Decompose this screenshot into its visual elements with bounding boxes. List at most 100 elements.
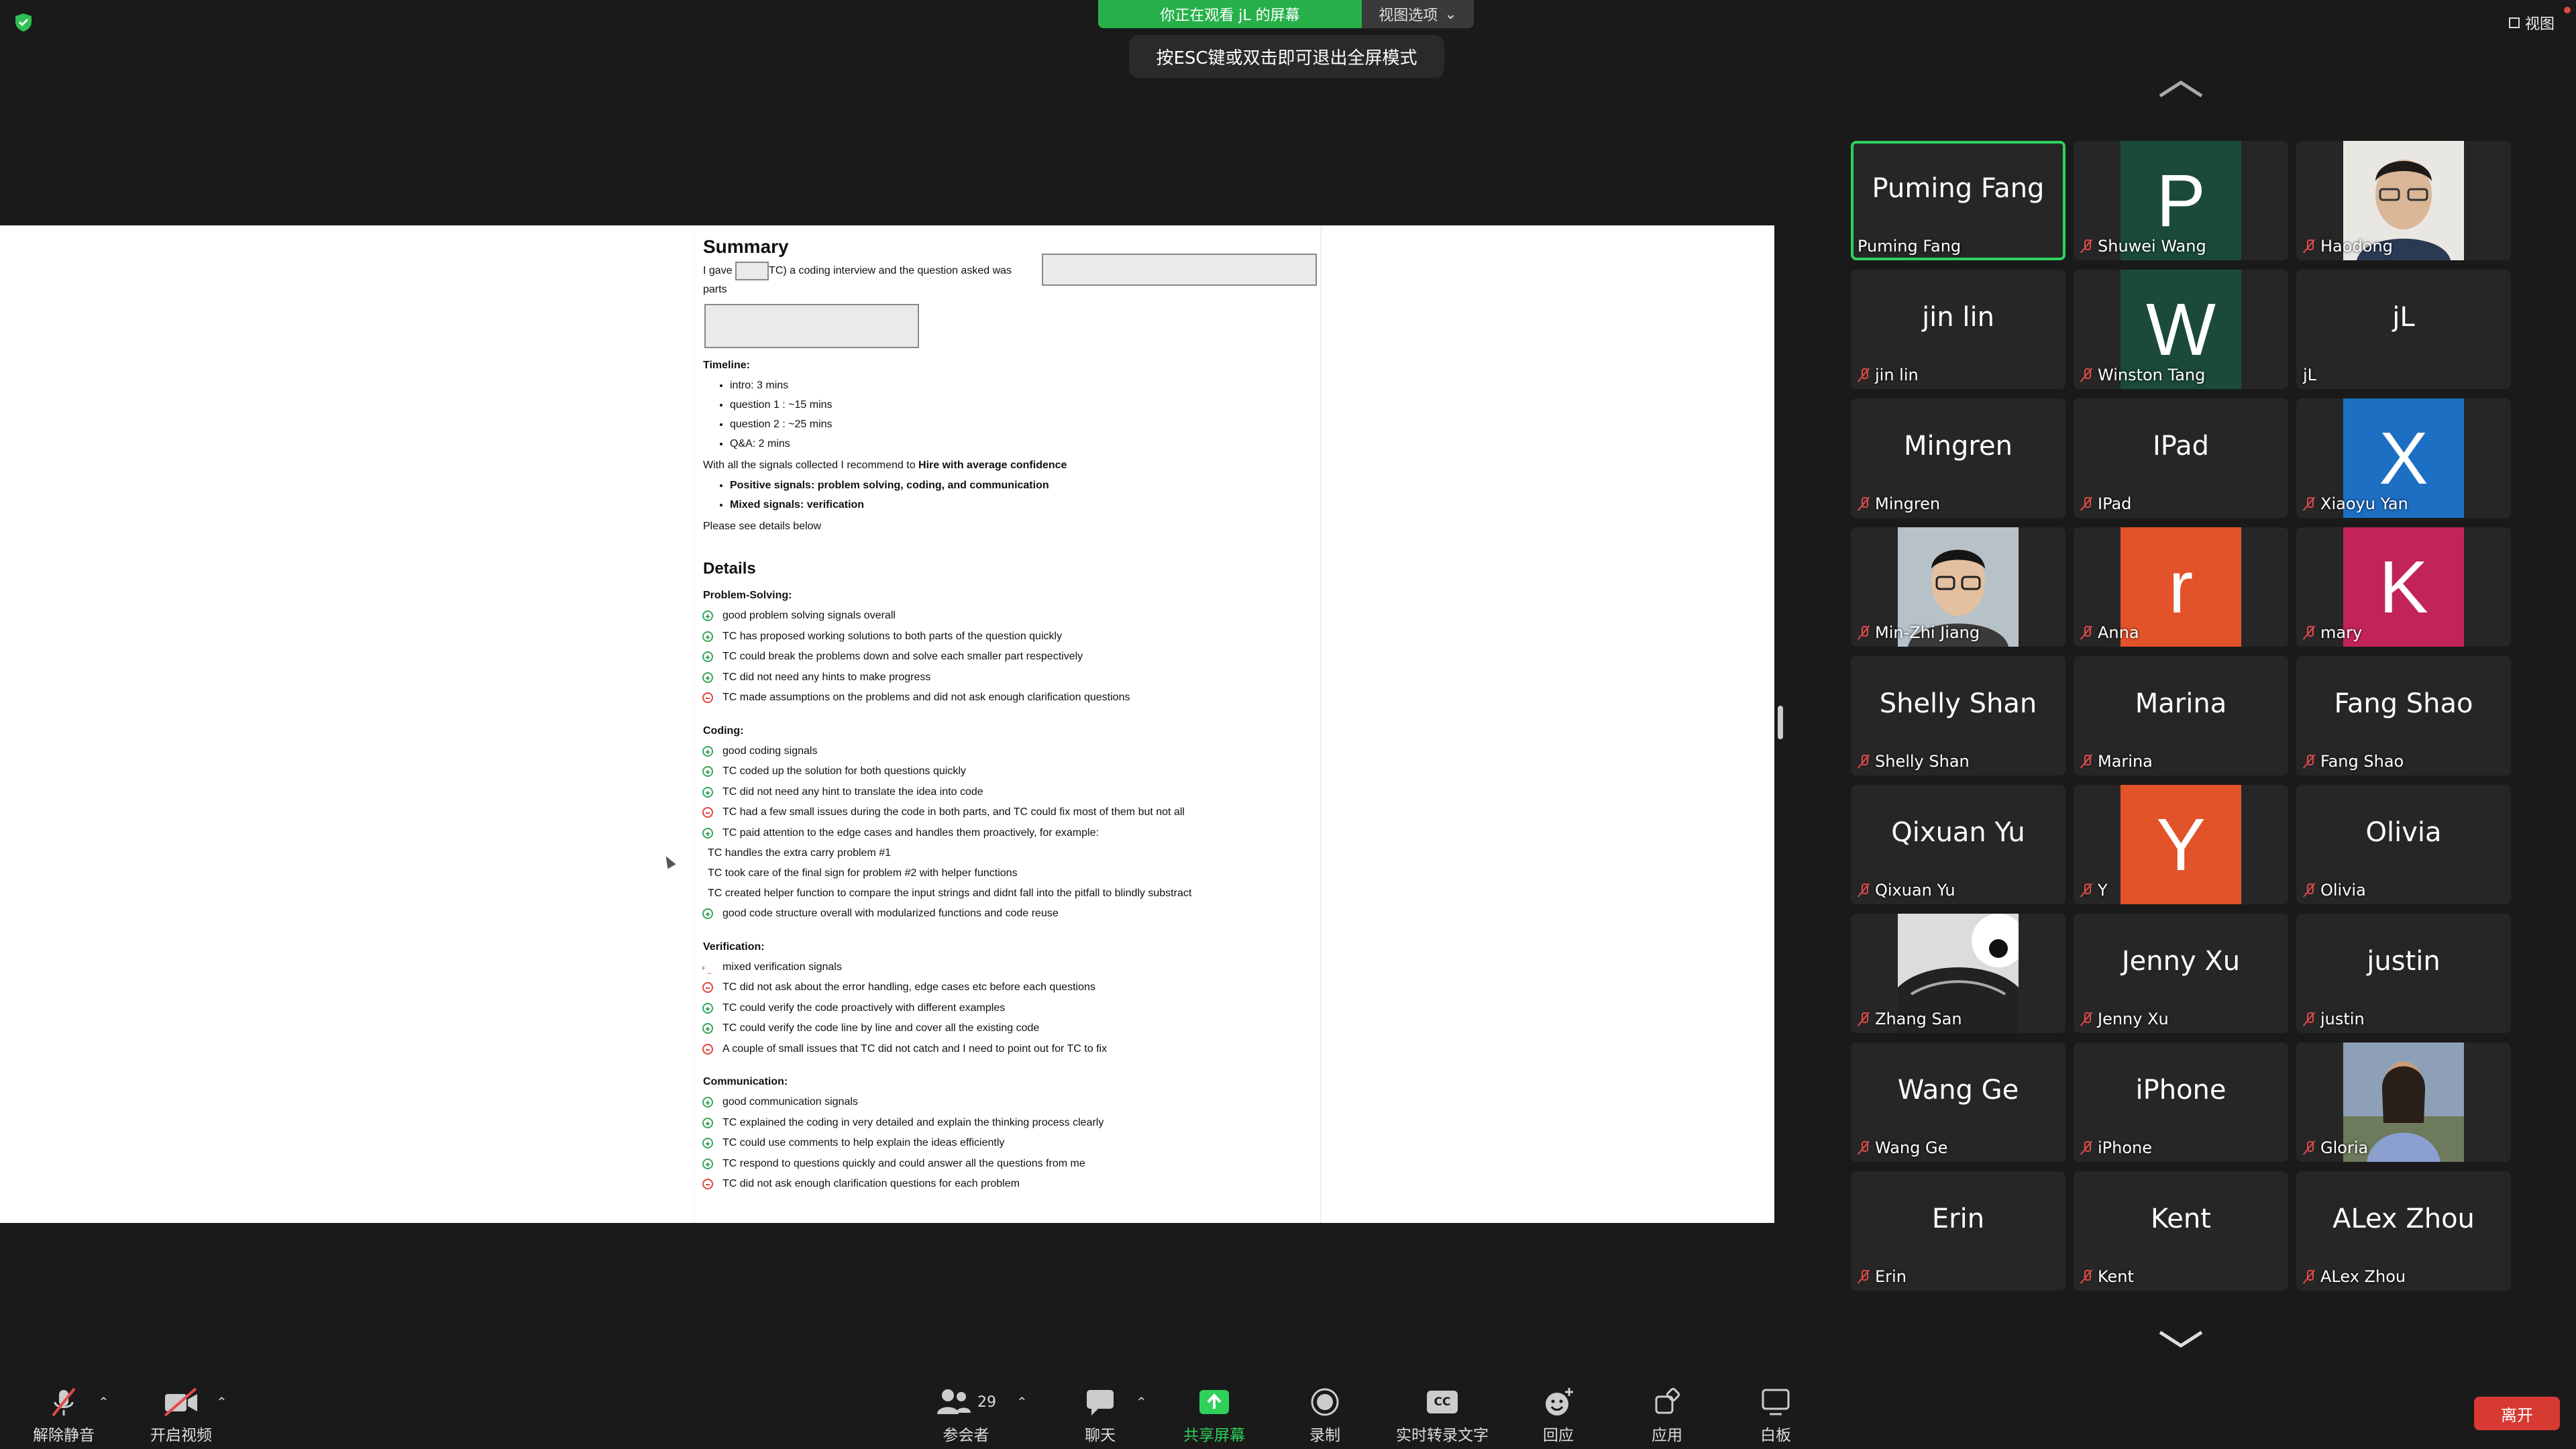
participant-name: Anna bbox=[2098, 623, 2139, 642]
timeline-list: intro: 3 minsquestion 1 : ~15 minsquesti… bbox=[701, 376, 1318, 453]
participant-display-name: jin lin bbox=[1922, 302, 1994, 333]
share-screen-button[interactable]: 共享屏幕 bbox=[1177, 1385, 1251, 1445]
participant-tile[interactable]: ALex Zhou ALex Zhou bbox=[2296, 1171, 2511, 1291]
section-heading: Problem-Solving: bbox=[703, 590, 792, 601]
participant-tile[interactable]: jL jL bbox=[2296, 270, 2511, 389]
view-options-button[interactable]: 视图选项 ⌄ bbox=[1362, 0, 1474, 28]
leave-meeting-button[interactable]: 离开 bbox=[2474, 1397, 2560, 1430]
participant-tile[interactable]: Wang Ge Wang Ge bbox=[1851, 1042, 2065, 1162]
mic-muted-icon bbox=[2080, 883, 2092, 898]
signal-row: TC has proposed working solutions to bot… bbox=[702, 627, 1318, 647]
participant-tile[interactable]: P Shuwei Wang bbox=[2074, 141, 2288, 260]
intro-text-c: parts bbox=[703, 284, 727, 295]
security-shield-icon[interactable] bbox=[13, 12, 34, 32]
signal-text: good code structure overall with modular… bbox=[722, 908, 1059, 919]
signal-text: A couple of small issues that TC did not… bbox=[722, 1042, 1108, 1055]
participants-options-caret[interactable]: ⌃ bbox=[1016, 1394, 1028, 1410]
signal-text: good problem solving signals overall bbox=[722, 610, 896, 621]
mic-muted-icon bbox=[2080, 239, 2092, 254]
mic-muted-icon bbox=[2080, 368, 2092, 382]
participant-name-label: Haodong bbox=[2303, 236, 2393, 256]
recommend-decision: Hire with average confidence bbox=[918, 460, 1067, 471]
positive-plus-icon bbox=[702, 651, 713, 663]
participant-name-label: Erin bbox=[1858, 1267, 1907, 1287]
participant-name: Min-Zhi Jiang bbox=[1875, 623, 1980, 642]
start-video-button[interactable]: 开启视频 bbox=[144, 1385, 218, 1445]
participant-tile[interactable]: Puming Fang Puming Fang bbox=[1851, 141, 2065, 260]
scroll-up-icon[interactable] bbox=[2157, 78, 2204, 100]
live-transcript-button[interactable]: CC 实时转录文字 bbox=[1389, 1385, 1496, 1445]
signal-text: TC could break the problems down and sol… bbox=[722, 651, 1083, 662]
positive-plus-icon bbox=[702, 1138, 713, 1149]
participant-tile[interactable]: Min-Zhi Jiang bbox=[1851, 527, 2065, 647]
signal-text: TC could verify the code proactively wit… bbox=[722, 1002, 1006, 1014]
whiteboard-button[interactable]: 白板 bbox=[1739, 1385, 1813, 1445]
signal-row: TC could break the problems down and sol… bbox=[702, 647, 1318, 667]
details-sections: Problem-Solving: good problem solving si… bbox=[701, 586, 1318, 1195]
participant-tile[interactable]: Olivia Olivia bbox=[2296, 785, 2511, 904]
participant-tile[interactable]: Jenny Xu Jenny Xu bbox=[2074, 914, 2288, 1033]
participant-tile[interactable]: YY bbox=[2074, 785, 2288, 904]
participant-name: Mingren bbox=[1875, 494, 1941, 513]
signal-text: TC coded up the solution for both questi… bbox=[722, 765, 966, 777]
participant-name-label: justin bbox=[2303, 1009, 2365, 1029]
chat-button[interactable]: 聊天 bbox=[1063, 1385, 1137, 1445]
section-heading: Coding: bbox=[703, 724, 744, 737]
participant-tile[interactable]: Zhang San bbox=[1851, 914, 2065, 1033]
scroll-down-icon[interactable] bbox=[2157, 1328, 2204, 1350]
audio-options-caret[interactable]: ⌃ bbox=[98, 1394, 109, 1410]
participant-tile[interactable]: Gloria bbox=[2296, 1042, 2511, 1162]
participant-name: Haodong bbox=[2320, 237, 2393, 256]
participant-tile[interactable]: jin lin jin lin bbox=[1851, 270, 2065, 389]
apps-button[interactable]: 应用 bbox=[1630, 1385, 1704, 1445]
participant-tile[interactable]: Kent Kent bbox=[2074, 1171, 2288, 1291]
signal-text: good communication signals bbox=[722, 1096, 858, 1108]
signal-summary-item: Positive signals: problem solving, codin… bbox=[730, 476, 1318, 495]
participant-tile[interactable]: r Anna bbox=[2074, 527, 2288, 647]
record-button[interactable]: 录制 bbox=[1288, 1385, 1362, 1445]
participant-tile[interactable]: Fang Shao Fang Shao bbox=[2296, 656, 2511, 775]
participant-tile[interactable]: Mingren Mingren bbox=[1851, 398, 2065, 518]
participant-name: jL bbox=[2303, 366, 2317, 384]
reactions-button[interactable]: 回应 bbox=[1521, 1385, 1595, 1445]
participant-tile[interactable]: Haodong bbox=[2296, 141, 2511, 260]
participant-tile[interactable]: Marina Marina bbox=[2074, 656, 2288, 775]
participant-tile[interactable]: justin justin bbox=[2296, 914, 2511, 1033]
signal-row: good code structure overall with modular… bbox=[702, 904, 1318, 924]
participant-name: Zhang San bbox=[1875, 1010, 1962, 1028]
video-options-caret[interactable]: ⌃ bbox=[216, 1394, 227, 1410]
participant-display-name: Wang Ge bbox=[1897, 1075, 2019, 1106]
participant-tile[interactable]: Shelly Shan Shelly Shan bbox=[1851, 656, 2065, 775]
section-heading: Communication: bbox=[703, 1076, 788, 1087]
participant-name-label: Olivia bbox=[2303, 880, 2366, 900]
panel-resize-handle[interactable] bbox=[1778, 706, 1783, 739]
view-button[interactable]: 视图 bbox=[2508, 12, 2555, 34]
participant-tile[interactable]: W Winston Tang bbox=[2074, 270, 2288, 389]
participant-tile[interactable]: Erin Erin bbox=[1851, 1171, 2065, 1291]
intro-text-b: TC) a coding interview and the question … bbox=[769, 265, 1012, 277]
participant-name-label: Marina bbox=[2080, 751, 2153, 771]
detail-example-line: TC handles the extra carry problem #1 bbox=[708, 847, 892, 859]
record-icon bbox=[1311, 1388, 1339, 1416]
signal-text: good coding signals bbox=[722, 745, 818, 757]
unmute-button[interactable]: 解除静音 bbox=[27, 1385, 101, 1445]
participant-name-label: jL bbox=[2303, 365, 2316, 385]
shared-screen-document: Summary I gave TC) a coding interview an… bbox=[0, 225, 1774, 1223]
participant-name-label: ALex Zhou bbox=[2303, 1267, 2406, 1287]
participant-tile[interactable]: Qixuan Yu Qixuan Yu bbox=[1851, 785, 2065, 904]
positive-plus-icon bbox=[702, 786, 713, 798]
share-screen-icon bbox=[1199, 1390, 1229, 1414]
signal-text: TC did not ask about the error handling,… bbox=[722, 981, 1095, 993]
viewing-screen-label: 你正在观看 jL 的屏幕 bbox=[1098, 0, 1362, 28]
signal-text: TC could use comments to help explain th… bbox=[722, 1137, 1005, 1148]
participants-icon bbox=[937, 1389, 971, 1414]
participants-button[interactable]: 29 参会者 bbox=[929, 1385, 1003, 1445]
participant-tile[interactable]: Kmary bbox=[2296, 527, 2511, 647]
participant-tile[interactable]: iPhone iPhone bbox=[2074, 1042, 2288, 1162]
viewing-banner: 你正在观看 jL 的屏幕 视图选项 ⌄ bbox=[1098, 0, 1474, 28]
participant-tile[interactable]: IPad IPad bbox=[2074, 398, 2288, 518]
participant-name-label: Mingren bbox=[1858, 494, 1940, 514]
participant-tile[interactable]: X Xiaoyu Yan bbox=[2296, 398, 2511, 518]
chat-options-caret[interactable]: ⌃ bbox=[1136, 1394, 1147, 1410]
participant-name: Qixuan Yu bbox=[1875, 881, 1955, 900]
